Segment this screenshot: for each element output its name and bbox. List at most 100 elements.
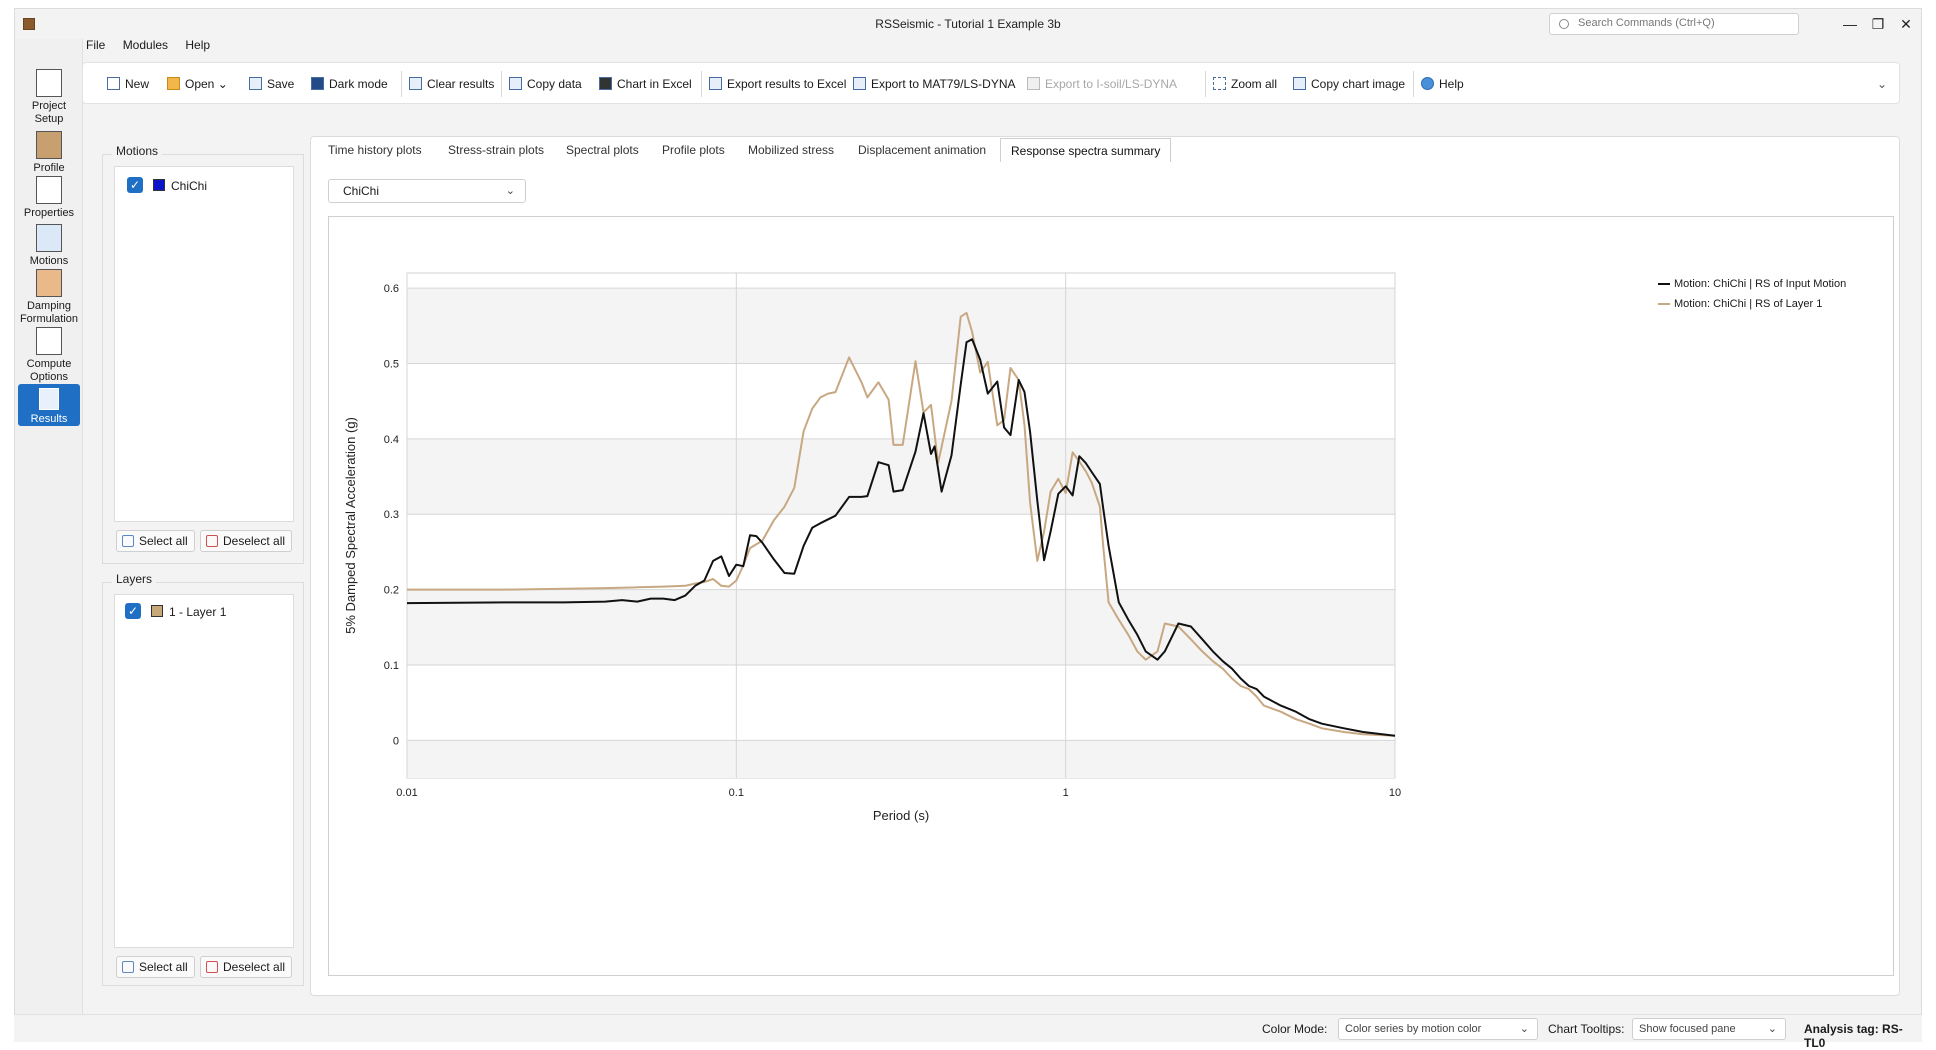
legend-swatch (1658, 283, 1670, 285)
motion-checkbox[interactable]: ✓ (127, 177, 143, 193)
tab-mobilized-stress[interactable]: Mobilized stress (748, 138, 834, 162)
properties-icon (36, 176, 62, 204)
copy-chart-image-button[interactable]: Copy chart image (1293, 75, 1405, 93)
chevron-down-icon: ⌄ (505, 185, 515, 197)
x-tick-label: 10 (1389, 787, 1401, 799)
tab-profile[interactable]: Profile plots (662, 138, 725, 162)
motions-deselect-all-button[interactable]: Deselect all (200, 530, 293, 552)
plot-band (407, 288, 1395, 364)
legend-label: Motion: ChiChi | RS of Input Motion (1674, 278, 1847, 290)
motions-select-all-button[interactable]: Select all (116, 530, 195, 552)
layers-deselect-all-button[interactable]: Deselect all (200, 956, 293, 978)
export-isoil-button[interactable]: Export to I-soil/LS-DYNA (1027, 75, 1177, 93)
color-mode-dropdown[interactable]: Color series by motion color ⌄ (1338, 1018, 1538, 1040)
copy-data-label: Copy data (527, 77, 582, 91)
rail-motions[interactable]: Motions (18, 224, 80, 268)
rail-label: Properties (23, 207, 75, 219)
copy-image-icon (1293, 77, 1306, 90)
help-label: Help (1439, 77, 1464, 91)
toolbar-separator (501, 71, 502, 97)
new-button[interactable]: New (107, 75, 149, 93)
dark-mode-icon (311, 77, 324, 90)
dark-mode-button[interactable]: Dark mode (311, 75, 388, 93)
export-mat79-button[interactable]: Export to MAT79/LS-DYNA (853, 75, 1016, 93)
rail-label: Results (30, 413, 68, 425)
export-mat79-label: Export to MAT79/LS-DYNA (871, 77, 1016, 91)
y-tick-label: 0.6 (384, 283, 399, 295)
export-results-excel-button[interactable]: Export results to Excel (709, 75, 846, 93)
tab-response-spectra-summary[interactable]: Response spectra summary (1000, 138, 1172, 162)
save-button[interactable]: Save (249, 75, 294, 93)
motions-list[interactable]: ✓ ChiChi (114, 166, 294, 522)
open-button[interactable]: Open ⌄ (167, 75, 228, 93)
y-tick-label: 0.4 (384, 434, 399, 446)
minimize-button[interactable]: — (1835, 13, 1865, 35)
rail-label: Damping Formulation (19, 300, 79, 325)
tab-stress-strain[interactable]: Stress-strain plots (448, 138, 544, 162)
y-tick-label: 0.3 (384, 509, 399, 521)
legend-item-input-motion[interactable]: Motion: ChiChi | RS of Input Motion (1658, 276, 1846, 296)
rail-profile[interactable]: Profile (18, 131, 80, 175)
toolbar-separator (1205, 71, 1206, 97)
open-label: Open (185, 77, 215, 91)
color-mode-label: Color Mode: (1262, 1022, 1328, 1036)
layers-select-all-button[interactable]: Select all (116, 956, 195, 978)
save-label: Save (267, 77, 295, 91)
motions-title: Motions (112, 144, 163, 158)
x-tick-label: 1 (1063, 787, 1069, 799)
y-tick-label: 0.1 (384, 660, 399, 672)
x-axis-label: Period (s) (873, 808, 929, 823)
restore-button[interactable]: ❐ (1863, 13, 1893, 35)
rail-project-setup[interactable]: Project Setup (18, 69, 80, 126)
chart-legend: Motion: ChiChi | RS of Input Motion Moti… (1658, 276, 1846, 316)
copy-data-icon (509, 77, 522, 90)
tab-time-history[interactable]: Time history plots (328, 138, 422, 162)
menu-bar: File Modules Help (86, 38, 224, 56)
color-mode-value: Color series by motion color (1345, 1023, 1482, 1035)
legend-label: Motion: ChiChi | RS of Layer 1 (1674, 298, 1823, 310)
response-spectra-chart[interactable]: 0 0.1 0.2 0.3 0.4 0.5 0.6 0.01 0.1 1 10 Period (s) 5… (329, 217, 1893, 975)
clear-results-button[interactable]: Clear results (409, 75, 494, 93)
menu-file[interactable]: File (86, 38, 105, 52)
rail-properties[interactable]: Properties (18, 176, 80, 220)
legend-item-layer-1[interactable]: Motion: ChiChi | RS of Layer 1 (1658, 296, 1846, 316)
motion-select-value: ChiChi (343, 184, 380, 198)
plot-band (407, 589, 1395, 665)
menu-modules[interactable]: Modules (123, 38, 168, 52)
new-label: New (125, 77, 150, 91)
rail-label: Project Setup (31, 100, 67, 125)
copy-chart-image-label: Copy chart image (1311, 77, 1406, 91)
bar-chart-icon (599, 77, 612, 90)
help-icon (1421, 77, 1434, 90)
tab-displacement-animation[interactable]: Displacement animation (858, 138, 986, 162)
chart-tooltips-label: Chart Tooltips: (1548, 1022, 1625, 1036)
chart-tooltips-dropdown[interactable]: Show focused pane ⌄ (1632, 1018, 1786, 1040)
chart-in-excel-button[interactable]: Chart in Excel (599, 75, 692, 93)
menu-help[interactable]: Help (185, 38, 210, 52)
layers-list[interactable]: ✓ 1 - Layer 1 (114, 594, 294, 948)
layer-checkbox[interactable]: ✓ (125, 603, 141, 619)
help-button[interactable]: Help (1421, 75, 1464, 93)
motion-color-swatch (153, 179, 165, 191)
close-button[interactable]: ✕ (1891, 13, 1921, 35)
x-tick-label: 0.1 (729, 787, 744, 799)
copy-data-button[interactable]: Copy data (509, 75, 582, 93)
zoom-all-button[interactable]: Zoom all (1213, 75, 1277, 93)
toolbar-expand-icon[interactable]: ⌄ (1877, 77, 1887, 91)
motion-label: ChiChi (171, 179, 208, 193)
rail-compute-options[interactable]: Compute Options (18, 327, 80, 384)
layers-title: Layers (112, 572, 157, 586)
motion-select[interactable]: ChiChi ⌄ (328, 179, 526, 203)
rail-damping[interactable]: Damping Formulation (18, 269, 80, 326)
plot-band (407, 438, 1395, 515)
tab-spectral[interactable]: Spectral plots (566, 138, 639, 162)
search-commands-input[interactable]: Search Commands (Ctrl+Q) (1549, 13, 1799, 35)
toolbar-separator (1413, 71, 1414, 97)
profile-icon (36, 131, 62, 159)
select-all-icon (122, 961, 134, 973)
zoom-all-label: Zoom all (1231, 77, 1278, 91)
rail-results[interactable]: Results (18, 384, 80, 426)
damping-icon (36, 269, 62, 297)
motions-icon (36, 224, 62, 252)
toolbar-separator (701, 71, 702, 97)
